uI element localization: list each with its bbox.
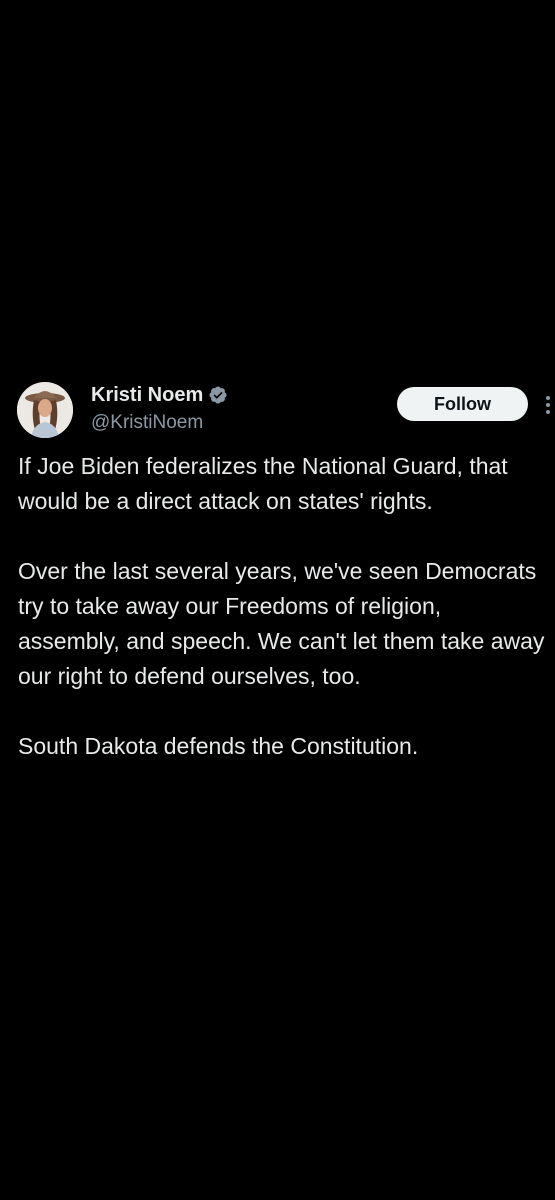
tweet-paragraph: South Dakota defends the Constitution. bbox=[18, 733, 419, 759]
user-handle[interactable]: @KristiNoem bbox=[91, 410, 228, 436]
more-vertical-icon[interactable] bbox=[544, 394, 552, 416]
verified-badge-icon[interactable] bbox=[208, 385, 228, 405]
display-name[interactable]: Kristi Noem bbox=[91, 382, 203, 408]
follow-button[interactable]: Follow bbox=[397, 387, 528, 421]
tweet-paragraph: Over the last several years, we've seen … bbox=[18, 558, 545, 689]
tweet-paragraph: If Joe Biden federalizes the National Gu… bbox=[18, 453, 508, 514]
tweet-text: If Joe Biden federalizes the National Gu… bbox=[18, 449, 548, 764]
name-row: Kristi Noem bbox=[91, 382, 228, 408]
avatar[interactable] bbox=[17, 382, 73, 438]
avatar-image bbox=[17, 382, 73, 438]
user-info: Kristi Noem @KristiNoem bbox=[91, 382, 228, 436]
